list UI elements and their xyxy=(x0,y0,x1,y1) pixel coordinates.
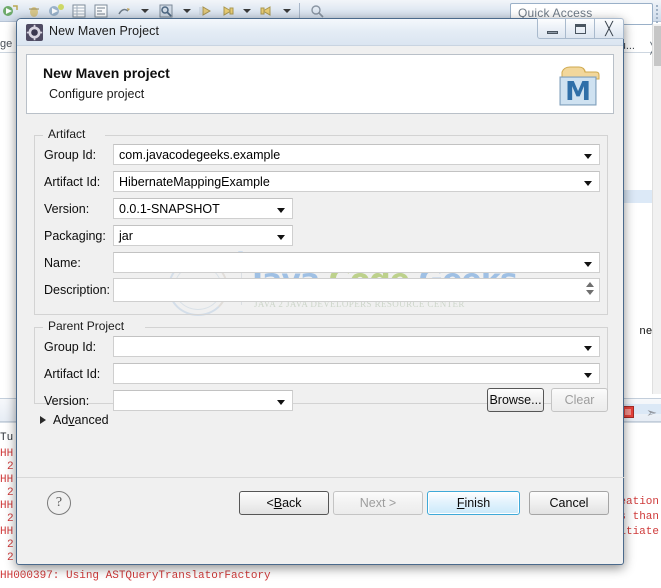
back-icon[interactable] xyxy=(219,3,235,19)
next-annotation-icon[interactable] xyxy=(197,3,213,19)
artifact-id-value: HibernateMappingExample xyxy=(119,175,270,189)
new-maven-project-dialog: New Maven Project ╳ New Maven project Co… xyxy=(16,18,625,565)
help-button[interactable]: ? xyxy=(47,491,71,515)
artifact-id-input[interactable]: HibernateMappingExample xyxy=(113,171,600,192)
maven-m-logo: M xyxy=(559,66,600,107)
format-icon[interactable] xyxy=(93,3,109,19)
console-label: Tu xyxy=(0,432,14,444)
search-icon[interactable] xyxy=(158,3,174,19)
version-value: 0.0.1-SNAPSHOT xyxy=(119,202,220,216)
chevron-down-icon[interactable] xyxy=(283,9,291,13)
table-icon[interactable] xyxy=(71,3,87,19)
editor-scrollbar[interactable] xyxy=(652,24,661,394)
console-bottom-line: HH000397: Using ASTQueryTranslatorFactor… xyxy=(0,570,271,582)
chevron-down-icon[interactable] xyxy=(183,9,191,13)
page-title: New Maven project xyxy=(43,65,170,81)
artifact-id-label: Artifact Id: xyxy=(44,175,101,189)
group-id-label: Group Id: xyxy=(44,148,97,162)
chevron-down-icon[interactable] xyxy=(584,181,592,186)
version-input[interactable]: 0.0.1-SNAPSHOT xyxy=(113,198,293,219)
chevron-down-icon[interactable] xyxy=(141,9,149,13)
maven-gear-icon xyxy=(26,24,43,41)
parent-version-input[interactable] xyxy=(113,390,293,411)
window-buttons: ╳ xyxy=(537,18,624,39)
chevron-down-icon[interactable] xyxy=(584,346,592,351)
packaging-value: jar xyxy=(119,229,133,243)
description-label: Description: xyxy=(44,283,110,297)
chevron-down-icon[interactable] xyxy=(243,9,251,13)
chevron-down-icon xyxy=(586,290,594,295)
forward-icon[interactable] xyxy=(259,3,275,19)
toolbar-separator xyxy=(299,3,300,18)
svg-text:M: M xyxy=(565,77,591,107)
parent-group-legend: Parent Project xyxy=(43,319,130,333)
chevron-down-icon[interactable] xyxy=(277,235,285,240)
open-type-icon[interactable] xyxy=(309,3,325,19)
back-button[interactable]: < Back xyxy=(239,491,329,515)
dialog-titlebar[interactable]: New Maven Project ╳ xyxy=(17,18,624,46)
packaging-label: Packaging: xyxy=(44,229,106,243)
parent-artifact-id-input[interactable] xyxy=(113,363,600,384)
advanced-expander[interactable]: Advanced xyxy=(40,413,109,427)
clear-button[interactable]: Clear xyxy=(551,388,608,412)
coverage-icon[interactable] xyxy=(48,3,64,19)
packaging-input[interactable]: jar xyxy=(113,225,293,246)
description-spinner[interactable] xyxy=(583,280,597,298)
scrollbar-thumb[interactable] xyxy=(654,26,661,66)
parent-version-label: Version: xyxy=(44,394,90,408)
dialog-body: JCG Java Code Geeks JAVA 2 JAVA DEVELOPE… xyxy=(26,123,614,501)
debug-icon[interactable] xyxy=(26,3,42,19)
screen: ge u... ╳ ne) ➣ Tu HH 2 HH 2 HH 2 HH 2 2… xyxy=(0,0,661,588)
chevron-down-icon[interactable] xyxy=(277,400,285,405)
chevron-right-icon[interactable]: ➣ xyxy=(646,405,657,421)
name-input[interactable] xyxy=(113,252,600,273)
description-input[interactable] xyxy=(113,278,600,302)
editor-tab-left[interactable]: ge xyxy=(0,38,12,50)
group-id-input[interactable]: com.javacodegeeks.example xyxy=(113,144,600,165)
close-button[interactable]: ╳ xyxy=(595,18,624,39)
external-tools-icon[interactable] xyxy=(116,3,132,19)
parent-group-id-input[interactable] xyxy=(113,336,600,357)
page-subtitle: Configure project xyxy=(49,87,145,101)
chevron-right-icon[interactable] xyxy=(40,416,46,424)
toolbar-grip[interactable] xyxy=(656,5,659,23)
finish-button[interactable]: Finish xyxy=(427,491,520,515)
artifact-group-legend: Artifact xyxy=(43,127,91,141)
chevron-up-icon xyxy=(586,282,594,287)
dialog-header: New Maven project Configure project M xyxy=(26,54,614,114)
chevron-down-icon[interactable] xyxy=(584,154,592,159)
minimize-button[interactable] xyxy=(537,18,566,39)
dialog-title: New Maven Project xyxy=(49,24,160,38)
chevron-down-icon[interactable] xyxy=(584,373,592,378)
run-icon[interactable] xyxy=(2,3,18,19)
browse-button[interactable]: Browse... xyxy=(487,388,544,412)
parent-group-id-label: Group Id: xyxy=(44,340,97,354)
advanced-label: Advanced xyxy=(53,413,109,427)
cancel-button[interactable]: Cancel xyxy=(529,491,609,515)
dialog-button-bar: ? < Back Next > Finish Cancel xyxy=(17,478,625,528)
parent-artifact-id-label: Artifact Id: xyxy=(44,367,101,381)
maximize-button[interactable] xyxy=(566,18,595,39)
name-label: Name: xyxy=(44,256,81,270)
next-button[interactable]: Next > xyxy=(333,491,423,515)
group-id-value: com.javacodegeeks.example xyxy=(119,148,281,162)
version-label: Version: xyxy=(44,202,90,216)
chevron-down-icon[interactable] xyxy=(277,208,285,213)
chevron-down-icon[interactable] xyxy=(584,262,592,267)
